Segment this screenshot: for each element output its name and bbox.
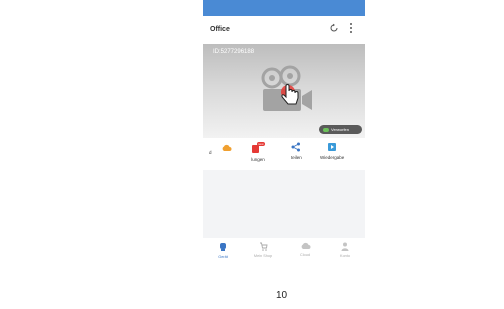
camera-preview[interactable]: ID:5277296188 Verworfen xyxy=(203,44,365,138)
action-bar: d new lungen teilen Wiedergabe xyxy=(203,138,365,170)
app-header: Office xyxy=(203,16,365,44)
action-label: teilen xyxy=(291,155,302,160)
action-label: Wiedergabe xyxy=(320,155,345,160)
cloud-icon xyxy=(222,144,232,151)
refresh-icon[interactable] xyxy=(329,23,339,36)
action-cloud[interactable] xyxy=(221,144,232,155)
status-badge: Verworfen xyxy=(319,125,362,134)
tab-cloud[interactable]: Cloud xyxy=(287,242,323,257)
tab-account[interactable]: Konto xyxy=(327,242,363,258)
new-badge: new xyxy=(257,142,265,146)
action-label: d xyxy=(209,150,212,155)
action-label: lungen xyxy=(251,157,265,162)
tap-hand-icon[interactable] xyxy=(280,82,302,108)
cloud-tab-icon xyxy=(301,242,310,249)
status-badge-label: Verworfen xyxy=(331,127,350,132)
tab-label: Mein Shop xyxy=(253,254,273,258)
tab-label: Konto xyxy=(340,254,350,258)
status-bar xyxy=(203,0,365,16)
tab-device[interactable]: Gerät xyxy=(205,242,241,259)
tab-shop[interactable]: Mein Shop xyxy=(245,242,281,258)
playback-icon xyxy=(328,143,337,151)
phone-screen: Office ID:5277296188 Verworfen d new lun… xyxy=(203,0,365,270)
more-options-icon[interactable] xyxy=(349,22,353,37)
tab-label: Cloud xyxy=(300,253,310,257)
action-partial-left[interactable]: d xyxy=(209,150,212,155)
page-number: 10 xyxy=(276,290,288,301)
action-playback[interactable]: Wiedergabe xyxy=(320,142,344,160)
device-id: ID:5277296188 xyxy=(213,49,255,55)
camera-tab-icon xyxy=(220,243,226,251)
cart-icon xyxy=(259,242,268,251)
share-icon xyxy=(291,142,301,152)
tab-label: Gerät xyxy=(218,255,228,259)
action-settings[interactable]: new lungen xyxy=(248,142,268,162)
device-title: Office xyxy=(210,26,230,33)
cloud-status-icon xyxy=(323,127,329,132)
person-icon xyxy=(341,242,349,251)
action-share[interactable]: teilen xyxy=(291,142,302,160)
bottom-tab-bar: Gerät Mein Shop Cloud Konto xyxy=(203,238,365,270)
